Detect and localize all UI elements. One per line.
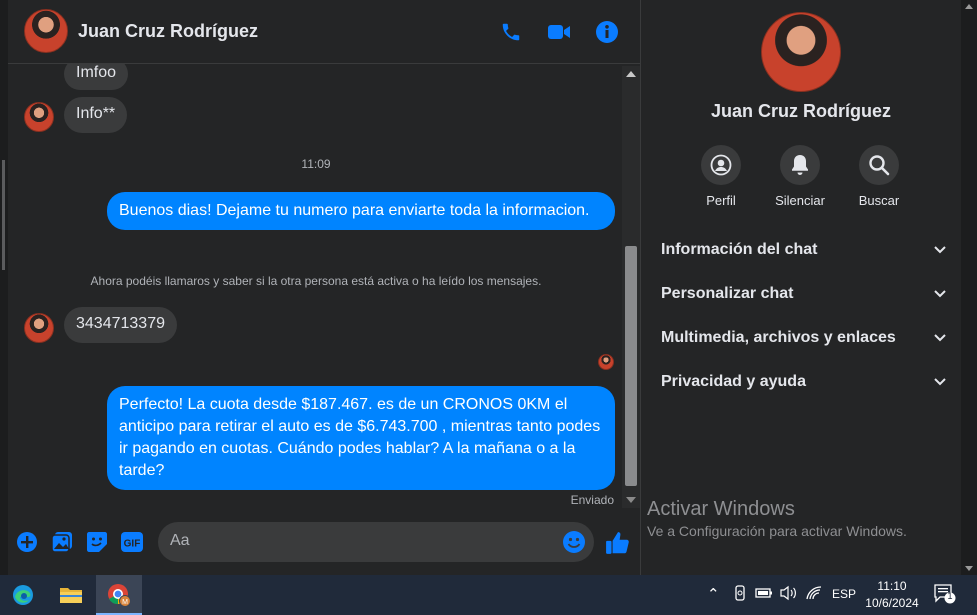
emoji-icon[interactable] — [562, 530, 586, 554]
message-input[interactable] — [170, 532, 550, 550]
mute-label: Silenciar — [775, 193, 825, 208]
image-icon[interactable] — [50, 530, 74, 554]
section-label: Multimedia, archivos y enlaces — [661, 329, 896, 346]
sticker-icon[interactable] — [85, 530, 109, 554]
timestamp-separator: 11:09 — [301, 157, 331, 171]
left-window-edge — [0, 0, 8, 575]
chrome-icon[interactable]: M — [96, 575, 142, 615]
taskbar-clock[interactable]: 11:10 10/6/2024 — [860, 578, 924, 612]
system-notice: Ahora podéis llamaros y saber si la otra… — [90, 274, 542, 288]
phone-icon[interactable] — [498, 19, 524, 45]
chat-info-panel: Juan Cruz Rodríguez Perfil Silenciar Bus… — [641, 0, 961, 575]
video-camera-icon[interactable] — [546, 19, 572, 45]
show-hidden-icons-icon[interactable]: ⌃ — [707, 585, 720, 603]
search-label: Buscar — [858, 193, 900, 208]
edge-icon[interactable] — [0, 575, 46, 615]
windows-activation-watermark: Activar Windows Ve a Configuración para … — [647, 498, 907, 539]
message-bubble-outgoing: Buenos dias! Dejame tu numero para envia… — [107, 192, 615, 230]
chevron-down-icon — [934, 290, 946, 298]
message-input-box[interactable] — [158, 522, 594, 562]
notifications-icon[interactable]: 1 — [934, 584, 956, 607]
activation-subtitle: Ve a Configuración para activar Windows. — [647, 523, 907, 539]
svg-text:GIF: GIF — [124, 539, 141, 550]
search-icon[interactable] — [859, 145, 899, 185]
messenger-window: Juan Cruz Rodríguez Imfoo Info** 11:09 B… — [0, 0, 977, 575]
svg-text:M: M — [122, 599, 128, 606]
battery-icon[interactable] — [755, 586, 773, 603]
profile-action[interactable]: Perfil — [681, 145, 761, 208]
message-bubble-incoming: 3434713379 — [64, 307, 177, 343]
panel-avatar[interactable] — [761, 12, 841, 92]
scroll-up-arrow[interactable] — [965, 4, 973, 9]
language-indicator[interactable]: ESP — [832, 587, 856, 601]
section-media-files[interactable]: Multimedia, archivos y enlaces — [661, 320, 947, 356]
profile-label: Perfil — [706, 193, 736, 208]
plus-icon[interactable] — [15, 530, 39, 554]
message-bubble-incoming: Info** — [64, 97, 128, 133]
message-avatar — [24, 102, 54, 132]
chevron-down-icon — [934, 334, 946, 342]
message-status: Enviado — [570, 493, 614, 507]
section-label: Privacidad y ayuda — [661, 373, 806, 390]
contact-avatar[interactable] — [24, 9, 68, 53]
panel-contact-name: Juan Cruz Rodríguez — [710, 101, 891, 121]
contact-name[interactable]: Juan Cruz Rodríguez — [78, 21, 258, 42]
chat-column: Juan Cruz Rodríguez Imfoo Info** 11:09 B… — [8, 0, 640, 575]
right-scrollbar[interactable] — [961, 0, 977, 575]
composer: GIF — [8, 515, 640, 571]
section-chat-info[interactable]: Información del chat — [661, 232, 947, 268]
seen-avatar — [598, 354, 614, 370]
section-label: Información del chat — [661, 241, 818, 258]
chevron-down-icon — [934, 378, 946, 386]
clock-time: 11:10 — [877, 579, 907, 593]
message-bubble-incoming: Imfoo — [64, 64, 129, 90]
section-privacy-help[interactable]: Privacidad y ayuda — [661, 364, 947, 400]
chat-scrollbar[interactable] — [622, 66, 640, 508]
device-icon[interactable] — [733, 585, 747, 604]
volume-icon[interactable] — [779, 585, 797, 604]
taskbar: M ⌃ ESP 11:10 10/6/2024 1 — [0, 575, 977, 615]
message-list[interactable]: Imfoo Info** 11:09 Buenos dias! Dejame t… — [8, 64, 624, 508]
scroll-down-arrow[interactable] — [965, 566, 973, 571]
section-customize-chat[interactable]: Personalizar chat — [661, 276, 947, 312]
file-explorer-icon[interactable] — [48, 575, 94, 615]
mute-action[interactable]: Silenciar — [760, 145, 840, 208]
scroll-down-arrow[interactable] — [626, 497, 636, 503]
section-label: Personalizar chat — [661, 285, 794, 302]
chat-header: Juan Cruz Rodríguez — [8, 0, 640, 64]
bell-icon[interactable] — [780, 145, 820, 185]
profile-icon[interactable] — [701, 145, 741, 185]
gif-icon[interactable]: GIF — [120, 530, 144, 554]
scroll-thumb[interactable] — [625, 246, 637, 486]
chevron-down-icon — [934, 246, 946, 254]
info-icon[interactable] — [594, 19, 620, 45]
search-action[interactable]: Buscar — [839, 145, 919, 208]
notification-count: 1 — [947, 591, 953, 601]
wifi-icon[interactable] — [805, 585, 823, 604]
thumbs-up-icon[interactable] — [605, 530, 631, 556]
clock-date: 10/6/2024 — [865, 596, 919, 610]
scroll-up-arrow[interactable] — [626, 71, 636, 77]
message-avatar — [24, 313, 54, 343]
activation-title: Activar Windows — [647, 498, 795, 520]
message-bubble-outgoing: Perfecto! La cuota desde $187.467. es de… — [107, 386, 615, 490]
